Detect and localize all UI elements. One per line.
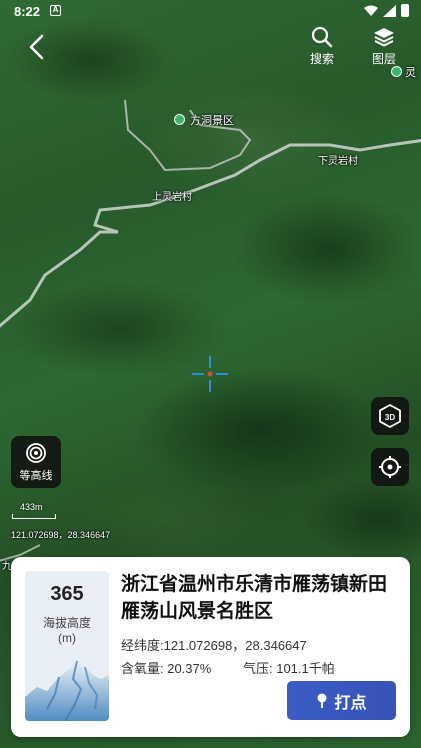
search-icon [311,26,333,48]
coordinates-line: 经纬度:121.072698，28.346647 [121,638,307,653]
locate-button[interactable] [371,448,409,486]
poi-scenic-label[interactable]: 方洞景区 [190,112,234,128]
oxygen-line: 含氧量: 20.37% [121,661,212,676]
locate-target-icon [379,456,401,478]
wifi-icon [364,5,378,16]
map-coordinates: 121.072698，28.346647 [11,530,111,540]
location-info-card: 365 海拔高度 (m) 浙江省温州市乐清市雁荡镇新田雁荡山风景名胜区 经纬度:… [11,557,410,737]
search-button[interactable]: 搜索 [300,26,344,70]
pin-icon [317,693,327,708]
poi-edge-label: 灵 [405,67,416,79]
altitude-panel: 365 海拔高度 (m) [25,571,109,721]
signal-icon [383,4,396,17]
layers-button[interactable]: 图层 [362,26,406,70]
center-crosshair-icon [192,356,228,392]
mark-point-button[interactable]: 打点 [287,681,396,720]
contour-icon [26,443,46,463]
mountain-illustration [25,660,109,721]
scale-bar [12,514,56,519]
layers-icon [374,28,394,47]
search-label: 搜索 [309,52,334,66]
address-text: 浙江省温州市乐清市雁荡镇新田雁荡山风景名胜区 [121,574,388,622]
scenic-poi-icon [174,114,185,125]
contour-button[interactable]: 等高线 [11,436,61,488]
village-label-xia: 下灵岩村 [318,156,358,167]
contour-label: 等高线 [19,470,53,482]
altitude-value: 365 [50,583,84,605]
svg-text:3D: 3D [385,413,395,422]
poi-edge-icon [391,66,402,77]
altitude-label: 海拔高度 [42,616,91,630]
village-label-shang: 上灵岩村 [152,192,192,203]
pressure-line: 气压: 101.1千帕 [243,661,335,676]
layers-label: 图层 [371,52,396,66]
status-time: 8:22 [14,4,41,19]
battery-icon [401,4,409,17]
altitude-unit: (m) [58,631,76,645]
notification-icon: A [50,5,61,16]
3d-view-button[interactable]: 3D [371,397,409,435]
status-bar: 8:22 A [0,0,421,24]
back-button[interactable] [22,32,52,62]
scale-label: 433m [20,502,43,512]
mark-point-label: 打点 [334,694,367,712]
cube-3d-icon: 3D [379,403,401,429]
